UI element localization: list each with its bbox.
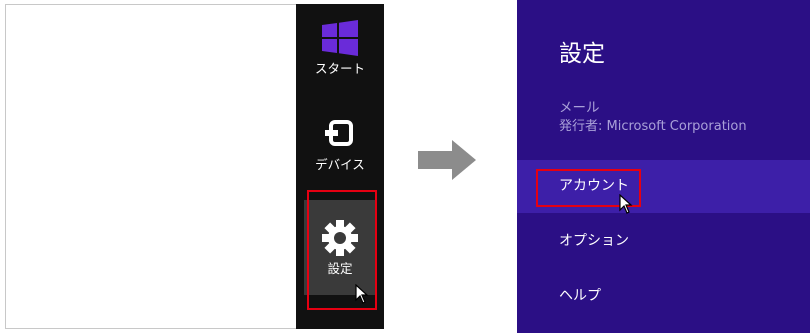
right-arrow-icon [418, 140, 476, 180]
windows-logo-icon [322, 20, 358, 56]
settings-flyout: 設定 メール 発行者: Microsoft Corporation アカウント … [517, 0, 810, 333]
charm-devices[interactable]: デバイス [296, 120, 384, 172]
app-name: メール [559, 100, 600, 116]
charm-start-label: スタート [314, 61, 365, 76]
app-publisher: 発行者: Microsoft Corporation [559, 119, 747, 134]
flyout-title: 設定 [559, 41, 605, 67]
mouse-pointer-icon [355, 284, 369, 304]
app-content-area [5, 4, 296, 329]
charm-start[interactable]: スタート [296, 20, 384, 76]
menu-item-help[interactable]: ヘルプ [559, 287, 601, 305]
charm-devices-label: デバイス [315, 157, 365, 172]
devices-icon [325, 120, 353, 146]
menu-item-options[interactable]: オプション [559, 232, 629, 250]
mouse-pointer-icon [619, 194, 633, 214]
